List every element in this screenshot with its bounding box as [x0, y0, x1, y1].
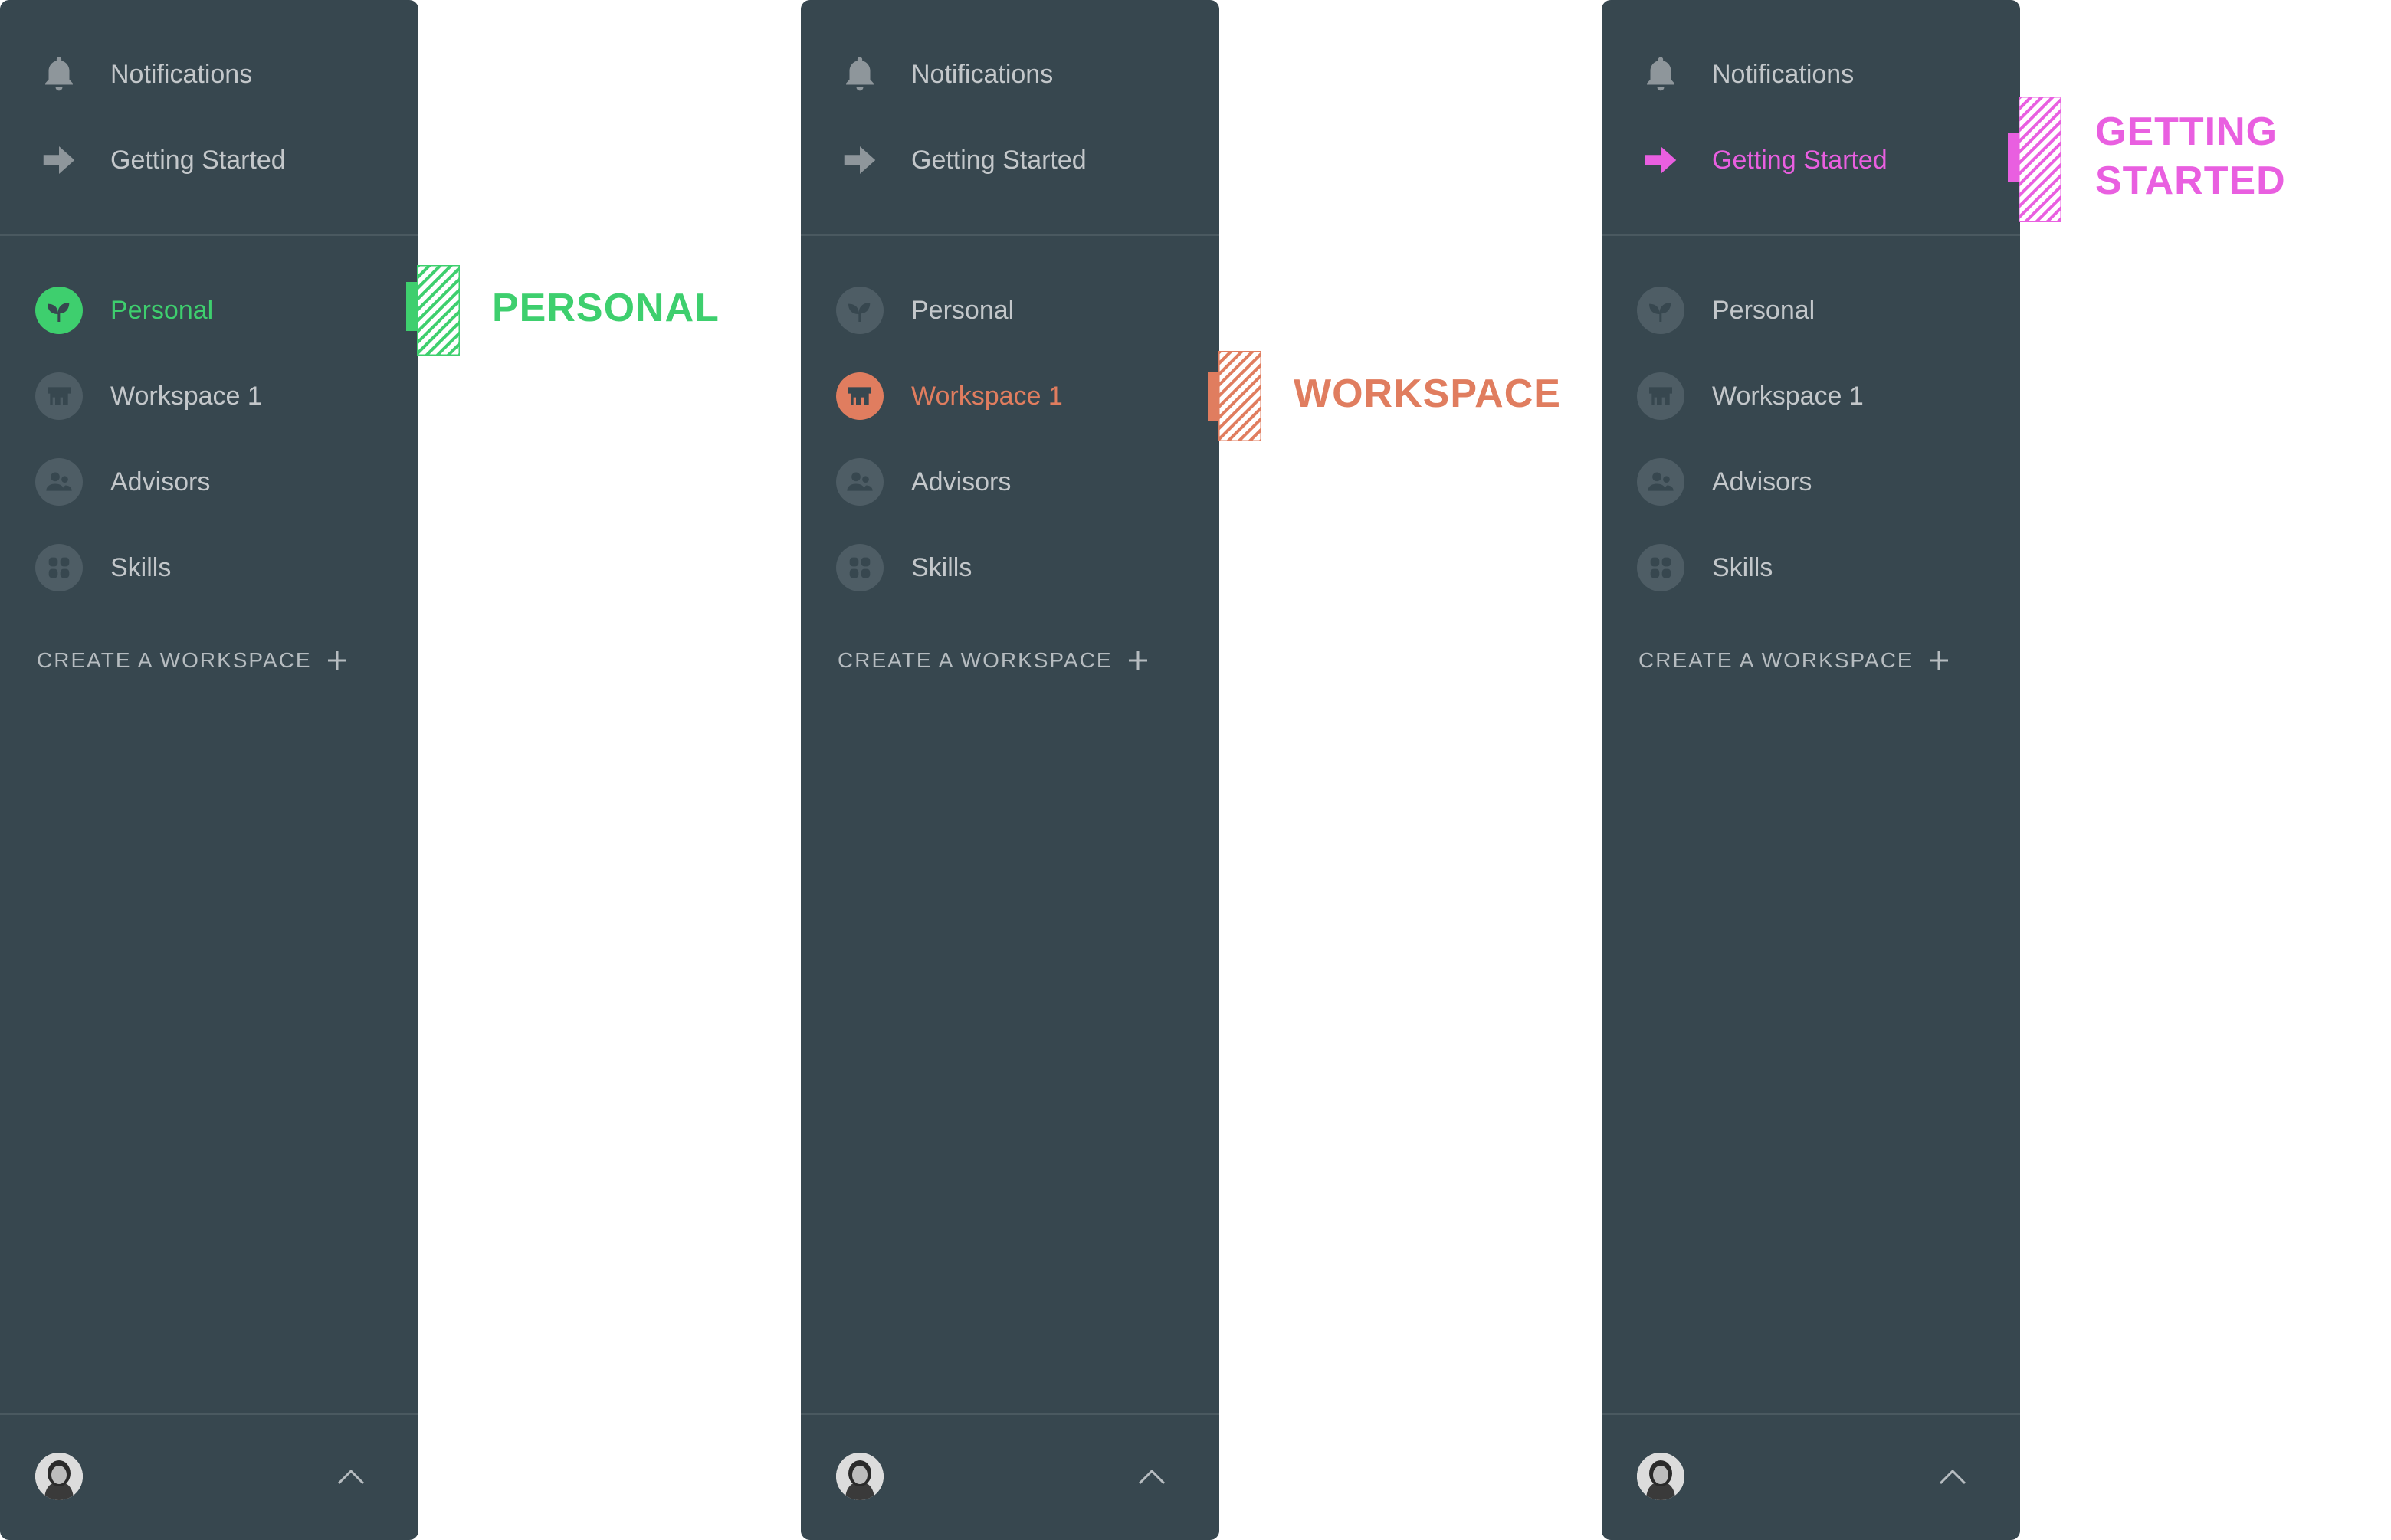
- sidebar-panel-workspace: Notifications Getting Started Personal W…: [801, 0, 1219, 1540]
- nav-label-advisors: Advisors: [911, 467, 1012, 496]
- avatar[interactable]: [35, 1453, 83, 1500]
- nav-item-advisors[interactable]: Advisors: [0, 447, 418, 516]
- nav-item-personal[interactable]: Personal: [0, 276, 418, 345]
- nav-item-notifications[interactable]: Notifications: [1602, 40, 2020, 109]
- nav-label-advisors: Advisors: [1712, 467, 1812, 496]
- create-workspace-label: CREATE A WORKSPACE: [37, 648, 312, 672]
- nav-label-skills: Skills: [110, 552, 172, 582]
- nav-label-getting-started: Getting Started: [1712, 145, 1888, 175]
- divider: [1602, 1413, 2020, 1415]
- grid-icon: [35, 544, 83, 591]
- chevron-up-icon[interactable]: [1936, 1462, 1970, 1492]
- nav-item-personal[interactable]: Personal: [801, 276, 1219, 345]
- nav-item-personal[interactable]: Personal: [1602, 276, 2020, 345]
- create-workspace-label: CREATE A WORKSPACE: [1638, 648, 1914, 672]
- divider: [1602, 234, 2020, 236]
- nav-item-skills[interactable]: Skills: [0, 533, 418, 602]
- create-workspace-button[interactable]: CREATE A WORKSPACE: [37, 645, 349, 676]
- callout-personal: PERSONAL: [492, 286, 720, 330]
- arrow-right-icon: [836, 136, 884, 184]
- grid-icon: [1637, 544, 1684, 591]
- divider: [0, 1413, 418, 1415]
- avatar[interactable]: [1637, 1453, 1684, 1500]
- nav-item-workspace-1[interactable]: Workspace 1: [1602, 362, 2020, 431]
- nav-item-workspace-1[interactable]: Workspace 1: [801, 362, 1219, 431]
- building-icon: [1637, 372, 1684, 420]
- callout-getting-started: GETTING STARTED: [2095, 110, 2286, 203]
- nav-item-getting-started[interactable]: Getting Started: [801, 126, 1219, 195]
- nav-label-skills: Skills: [911, 552, 972, 582]
- grid-icon: [836, 544, 884, 591]
- arrow-right-icon: [1637, 136, 1684, 184]
- nav-label-personal: Personal: [1712, 295, 1815, 325]
- divider: [801, 1413, 1219, 1415]
- nav-label-skills: Skills: [1712, 552, 1773, 582]
- nav-label-workspace-1: Workspace 1: [110, 381, 262, 411]
- avatar[interactable]: [836, 1453, 884, 1500]
- create-workspace-label: CREATE A WORKSPACE: [838, 648, 1113, 672]
- nav-label-getting-started: Getting Started: [911, 145, 1087, 175]
- chevron-up-icon[interactable]: [334, 1462, 368, 1492]
- divider: [801, 234, 1219, 236]
- nav-label-getting-started: Getting Started: [110, 145, 286, 175]
- nav-item-getting-started[interactable]: Getting Started: [0, 126, 418, 195]
- nav-item-getting-started[interactable]: Getting Started: [1602, 126, 2020, 195]
- sidebar-panel-personal: Notifications Getting Started Personal W…: [0, 0, 418, 1540]
- sidebar-panel-getting-started: Notifications Getting Started Personal W…: [1602, 0, 2020, 1540]
- nav-item-skills[interactable]: Skills: [1602, 533, 2020, 602]
- nav-label-advisors: Advisors: [110, 467, 211, 496]
- sprout-icon: [1637, 287, 1684, 334]
- nav-item-workspace-1[interactable]: Workspace 1: [0, 362, 418, 431]
- plus-icon: [327, 651, 346, 670]
- bell-icon: [1637, 51, 1684, 98]
- nav-label-personal: Personal: [110, 295, 214, 325]
- callout-workspace: WORKSPACE: [1294, 372, 1561, 416]
- nav-item-skills[interactable]: Skills: [801, 533, 1219, 602]
- create-workspace-button[interactable]: CREATE A WORKSPACE: [1638, 645, 1950, 676]
- bell-icon: [836, 51, 884, 98]
- chevron-up-icon[interactable]: [1135, 1462, 1169, 1492]
- nav-label-notifications: Notifications: [110, 59, 253, 89]
- people-icon: [1637, 458, 1684, 506]
- arrow-right-icon: [35, 136, 83, 184]
- building-icon: [35, 372, 83, 420]
- sprout-icon: [35, 287, 83, 334]
- nav-label-personal: Personal: [911, 295, 1015, 325]
- nav-label-workspace-1: Workspace 1: [1712, 381, 1864, 411]
- building-icon: [836, 372, 884, 420]
- nav-item-advisors[interactable]: Advisors: [1602, 447, 2020, 516]
- nav-item-notifications[interactable]: Notifications: [0, 40, 418, 109]
- people-icon: [35, 458, 83, 506]
- bell-icon: [35, 51, 83, 98]
- nav-label-notifications: Notifications: [911, 59, 1054, 89]
- plus-icon: [1929, 651, 1948, 670]
- nav-label-workspace-1: Workspace 1: [911, 381, 1063, 411]
- nav-label-notifications: Notifications: [1712, 59, 1855, 89]
- create-workspace-button[interactable]: CREATE A WORKSPACE: [838, 645, 1150, 676]
- sprout-icon: [836, 287, 884, 334]
- people-icon: [836, 458, 884, 506]
- divider: [0, 234, 418, 236]
- nav-item-advisors[interactable]: Advisors: [801, 447, 1219, 516]
- plus-icon: [1128, 651, 1147, 670]
- nav-item-notifications[interactable]: Notifications: [801, 40, 1219, 109]
